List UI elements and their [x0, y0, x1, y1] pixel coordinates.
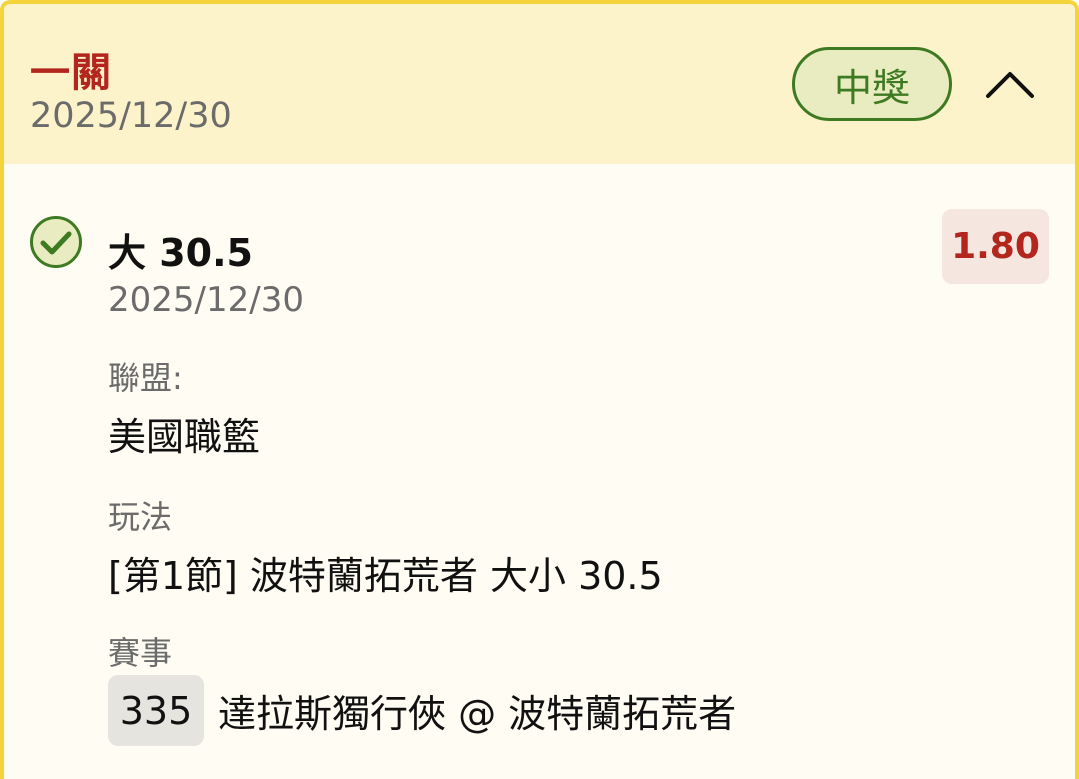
- bet-card-header[interactable]: 一關 2025/12/30 中獎: [4, 4, 1075, 164]
- league-value: 美國職籃: [108, 415, 261, 459]
- odds-badge: 1.80: [942, 209, 1049, 284]
- check-circle-icon: [30, 216, 82, 268]
- league-label: 聯盟:: [108, 359, 183, 397]
- collapse-button[interactable]: [982, 62, 1038, 104]
- bet-card: 一關 2025/12/30 中獎 大 30.5 2025/12/30 1.80 …: [0, 0, 1079, 779]
- selection-date: 2025/12/30: [108, 280, 304, 320]
- status-badge: 中獎: [792, 47, 952, 121]
- chevron-up-icon: [986, 72, 1034, 98]
- selection-title: 大 30.5: [108, 231, 253, 275]
- bet-type-title: 一關: [30, 50, 112, 96]
- event-row: 335 達拉斯獨行俠 @ 波特蘭拓荒者: [108, 675, 736, 746]
- event-name: 達拉斯獨行俠 @ 波特蘭拓荒者: [218, 692, 737, 736]
- event-label: 賽事: [108, 634, 173, 672]
- bet-date: 2025/12/30: [30, 96, 232, 136]
- event-id-badge: 335: [108, 675, 204, 746]
- market-value: [第1節] 波特蘭拓荒者 大小 30.5: [108, 554, 663, 598]
- market-label: 玩法: [108, 498, 173, 536]
